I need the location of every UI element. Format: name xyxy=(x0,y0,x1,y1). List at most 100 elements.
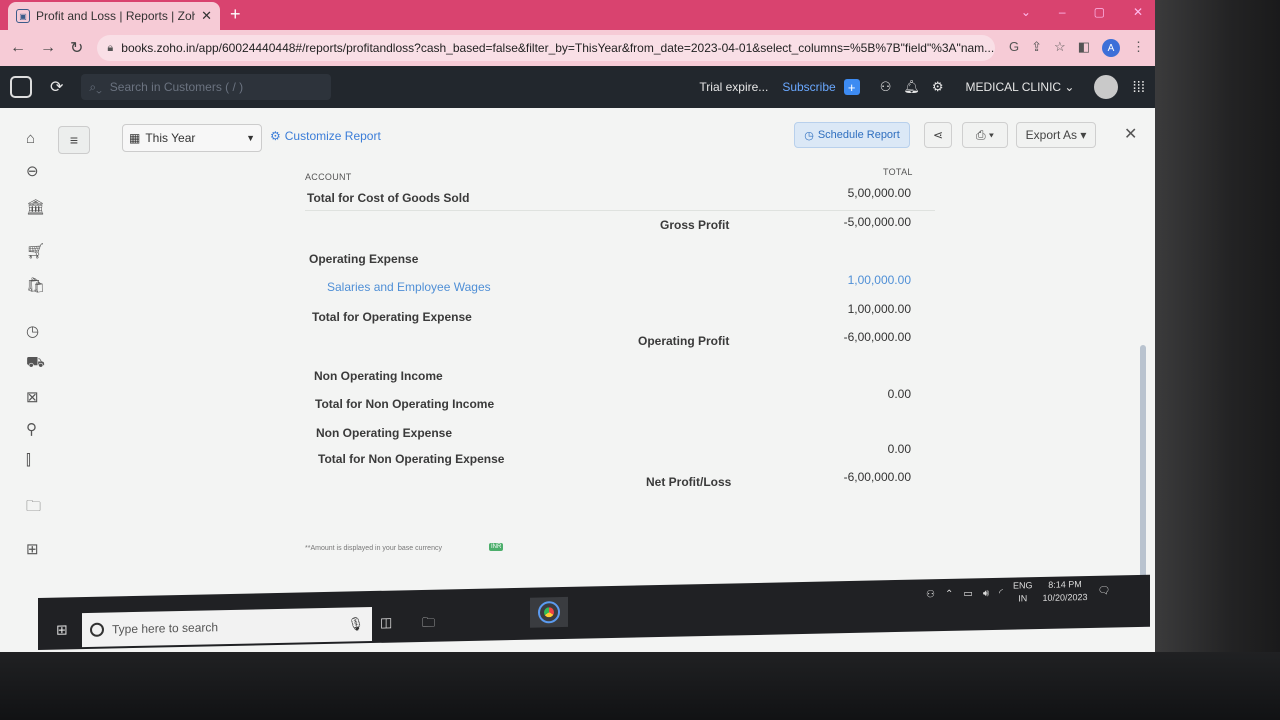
app-header: ⟳ ⌕⌄ Search in Customers ( / ) Trial exp… xyxy=(0,66,1155,108)
share-icon: ⋖ xyxy=(932,128,944,142)
new-tab-icon[interactable]: + xyxy=(230,4,241,25)
url-text: books.zoho.in/app/60024440448#/reports/p… xyxy=(121,41,995,55)
net-profit-loss-label: Net Profit/Loss xyxy=(646,475,732,489)
volume-icon[interactable]: 🔊︎ xyxy=(983,588,989,599)
menu-icon[interactable]: ≡ xyxy=(58,126,90,154)
salaries-value-link[interactable]: 1,00,000.00 xyxy=(791,273,911,287)
currency-footnote: **Amount is displayed in your base curre… xyxy=(305,545,442,552)
noe-total-value: 0.00 xyxy=(887,442,911,456)
settings-icon[interactable]: ⚙ xyxy=(932,79,944,95)
search-icon: ⌕⌄ xyxy=(89,79,102,94)
lang-bottom: IN xyxy=(1018,593,1028,604)
subscribe-link[interactable]: Subscribe xyxy=(782,80,835,94)
time-icon[interactable]: ◷ xyxy=(26,322,39,340)
printer-icon: ⎙ ▾ xyxy=(976,127,994,142)
profile-avatar[interactable]: A xyxy=(1102,39,1120,57)
profit-loss-table: ACCOUNT TOTAL Total for Cost of Goods So… xyxy=(295,160,935,590)
org-switcher[interactable]: MEDICAL CLINIC ⌄ xyxy=(966,80,1075,94)
gross-profit-label: Gross Profit xyxy=(660,218,730,232)
share-button[interactable]: ⋖ xyxy=(924,122,952,148)
clock-icon: ◷ xyxy=(804,129,814,142)
apps-grid-icon[interactable]: ⁞⁞⁞ xyxy=(1132,79,1145,96)
gross-profit-value: -5,00,000.00 xyxy=(843,215,911,229)
noi-total-label: Total for Non Operating Income xyxy=(315,397,495,411)
period-value: This Year xyxy=(145,131,196,145)
operating-profit-value: -6,00,000.00 xyxy=(843,330,911,344)
monitor-bezel-bottom xyxy=(0,652,1280,720)
system-tray: ⚇ ⌃ ▭ 🔊︎ ◜ ENG IN 8:14 PM 10/20/2023 🗨︎ xyxy=(926,578,1110,608)
scrollbar[interactable] xyxy=(1140,345,1146,585)
side-panel-icon[interactable]: ◧ xyxy=(1078,39,1090,57)
window-controls: ⌄ – ▢ ✕ xyxy=(1021,5,1143,19)
report-toolbar: ≡ ▦ This Year ▼ ⚙ Customize Report ◷ Sch… xyxy=(44,116,1154,156)
reload-icon[interactable]: ↻ xyxy=(70,38,83,58)
sales-icon[interactable]: 🛒︎ xyxy=(26,242,45,260)
delivery-icon[interactable]: ⛟ xyxy=(26,354,45,373)
export-button[interactable]: Export As ▾ xyxy=(1016,122,1096,148)
column-header-account: ACCOUNT xyxy=(305,172,352,182)
tray-chevron-icon[interactable]: ⌃ xyxy=(945,588,953,599)
restore-icon[interactable]: ▢ xyxy=(1094,5,1105,19)
clock-time: 8:14 PM xyxy=(1048,579,1082,590)
taskbar-clock[interactable]: 8:14 PM 10/20/2023 xyxy=(1043,578,1088,605)
customize-report-label: Customize Report xyxy=(284,129,381,143)
period-select[interactable]: ▦ This Year ▼ xyxy=(122,124,262,152)
notifications-icon[interactable]: 🗨︎ xyxy=(1098,585,1111,596)
address-bar-actions: G ⇪ ☆ ◧ A ⋮ xyxy=(1009,39,1145,57)
export-label: Export As xyxy=(1025,128,1077,142)
refresh-icon[interactable]: ⟳ xyxy=(50,77,63,97)
people-icon[interactable]: ⚇ xyxy=(926,589,935,600)
google-icon[interactable]: G xyxy=(1009,39,1019,57)
minimize-icon[interactable]: – xyxy=(1059,5,1066,19)
task-view-icon[interactable]: ◫ xyxy=(380,615,392,631)
noe-total-label: Total for Non Operating Expense xyxy=(318,452,505,466)
reports-icon[interactable]: ⫿ xyxy=(26,452,31,469)
user-avatar[interactable] xyxy=(1094,75,1119,99)
bookmark-star-icon[interactable]: ☆ xyxy=(1054,39,1066,57)
purchases-icon[interactable]: 🛍︎ xyxy=(26,276,45,294)
print-button[interactable]: ⎙ ▾ xyxy=(962,122,1008,148)
browser-menu-icon[interactable]: ⋮ xyxy=(1132,39,1145,57)
trial-status[interactable]: Trial expire... xyxy=(699,80,768,94)
file-explorer-icon[interactable]: 🗀︎ xyxy=(422,614,435,636)
widgets-icon[interactable]: ⊞ xyxy=(26,540,39,558)
customize-report-button[interactable]: ⚙ Customize Report xyxy=(270,129,381,143)
close-window-icon[interactable]: ✕ xyxy=(1133,5,1143,19)
schedule-report-button[interactable]: ◷ Schedule Report xyxy=(794,122,910,148)
language-indicator[interactable]: ENG IN xyxy=(1013,579,1033,605)
org-name: MEDICAL CLINIC xyxy=(965,80,1062,94)
wifi-icon[interactable]: ◜ xyxy=(999,587,1003,598)
tab-close-icon[interactable]: ✕ xyxy=(201,8,212,24)
items-icon[interactable]: ⊖ xyxy=(26,162,39,180)
opex-heading: Operating Expense xyxy=(309,252,419,266)
currency-badge: INR xyxy=(489,543,504,551)
home-icon[interactable]: ⌂ xyxy=(26,130,35,147)
contacts-icon[interactable]: ⚲ xyxy=(26,420,37,438)
users-icon[interactable]: ⚇ xyxy=(880,79,892,95)
gear-icon: ⚙ xyxy=(270,129,281,143)
windows-start-icon[interactable]: ⊞ xyxy=(56,621,68,638)
salaries-account-link[interactable]: Salaries and Employee Wages xyxy=(327,280,491,294)
close-report-icon[interactable]: ✕ xyxy=(1124,124,1137,144)
add-icon[interactable]: + xyxy=(843,79,860,95)
net-profit-loss-value: -6,00,000.00 xyxy=(843,470,911,484)
zoho-logo-icon[interactable] xyxy=(10,76,32,98)
forward-icon[interactable]: → xyxy=(40,39,56,57)
browser-tab[interactable]: ▣ Profit and Loss | Reports | Zoho ✕ xyxy=(8,2,220,30)
bell-icon[interactable]: 🔔︎ xyxy=(903,79,920,95)
cogs-total-value: 5,00,000.00 xyxy=(847,186,911,200)
url-field[interactable]: 🔒︎ books.zoho.in/app/60024440448#/report… xyxy=(97,35,996,61)
search-placeholder: Search in Customers ( / ) xyxy=(109,80,244,94)
tab-search-icon[interactable]: ⌄ xyxy=(1021,5,1031,19)
taskbar-search[interactable]: Type here to search 🎙︎ xyxy=(82,607,372,648)
battery-icon[interactable]: ▭ xyxy=(963,588,972,599)
accountant-icon[interactable]: ⊠ xyxy=(26,388,39,406)
global-search[interactable]: ⌕⌄ Search in Customers ( / ) xyxy=(81,74,332,100)
banking-icon[interactable]: 🏛︎ xyxy=(26,198,45,216)
chrome-taskbar-button[interactable] xyxy=(530,596,568,628)
opex-total-value: 1,00,000.00 xyxy=(847,302,911,316)
share-icon[interactable]: ⇪ xyxy=(1031,39,1042,57)
back-icon[interactable]: ← xyxy=(10,39,26,57)
documents-icon[interactable]: 🗀︎ xyxy=(26,496,41,521)
microphone-icon[interactable]: 🎙︎ xyxy=(347,616,364,632)
